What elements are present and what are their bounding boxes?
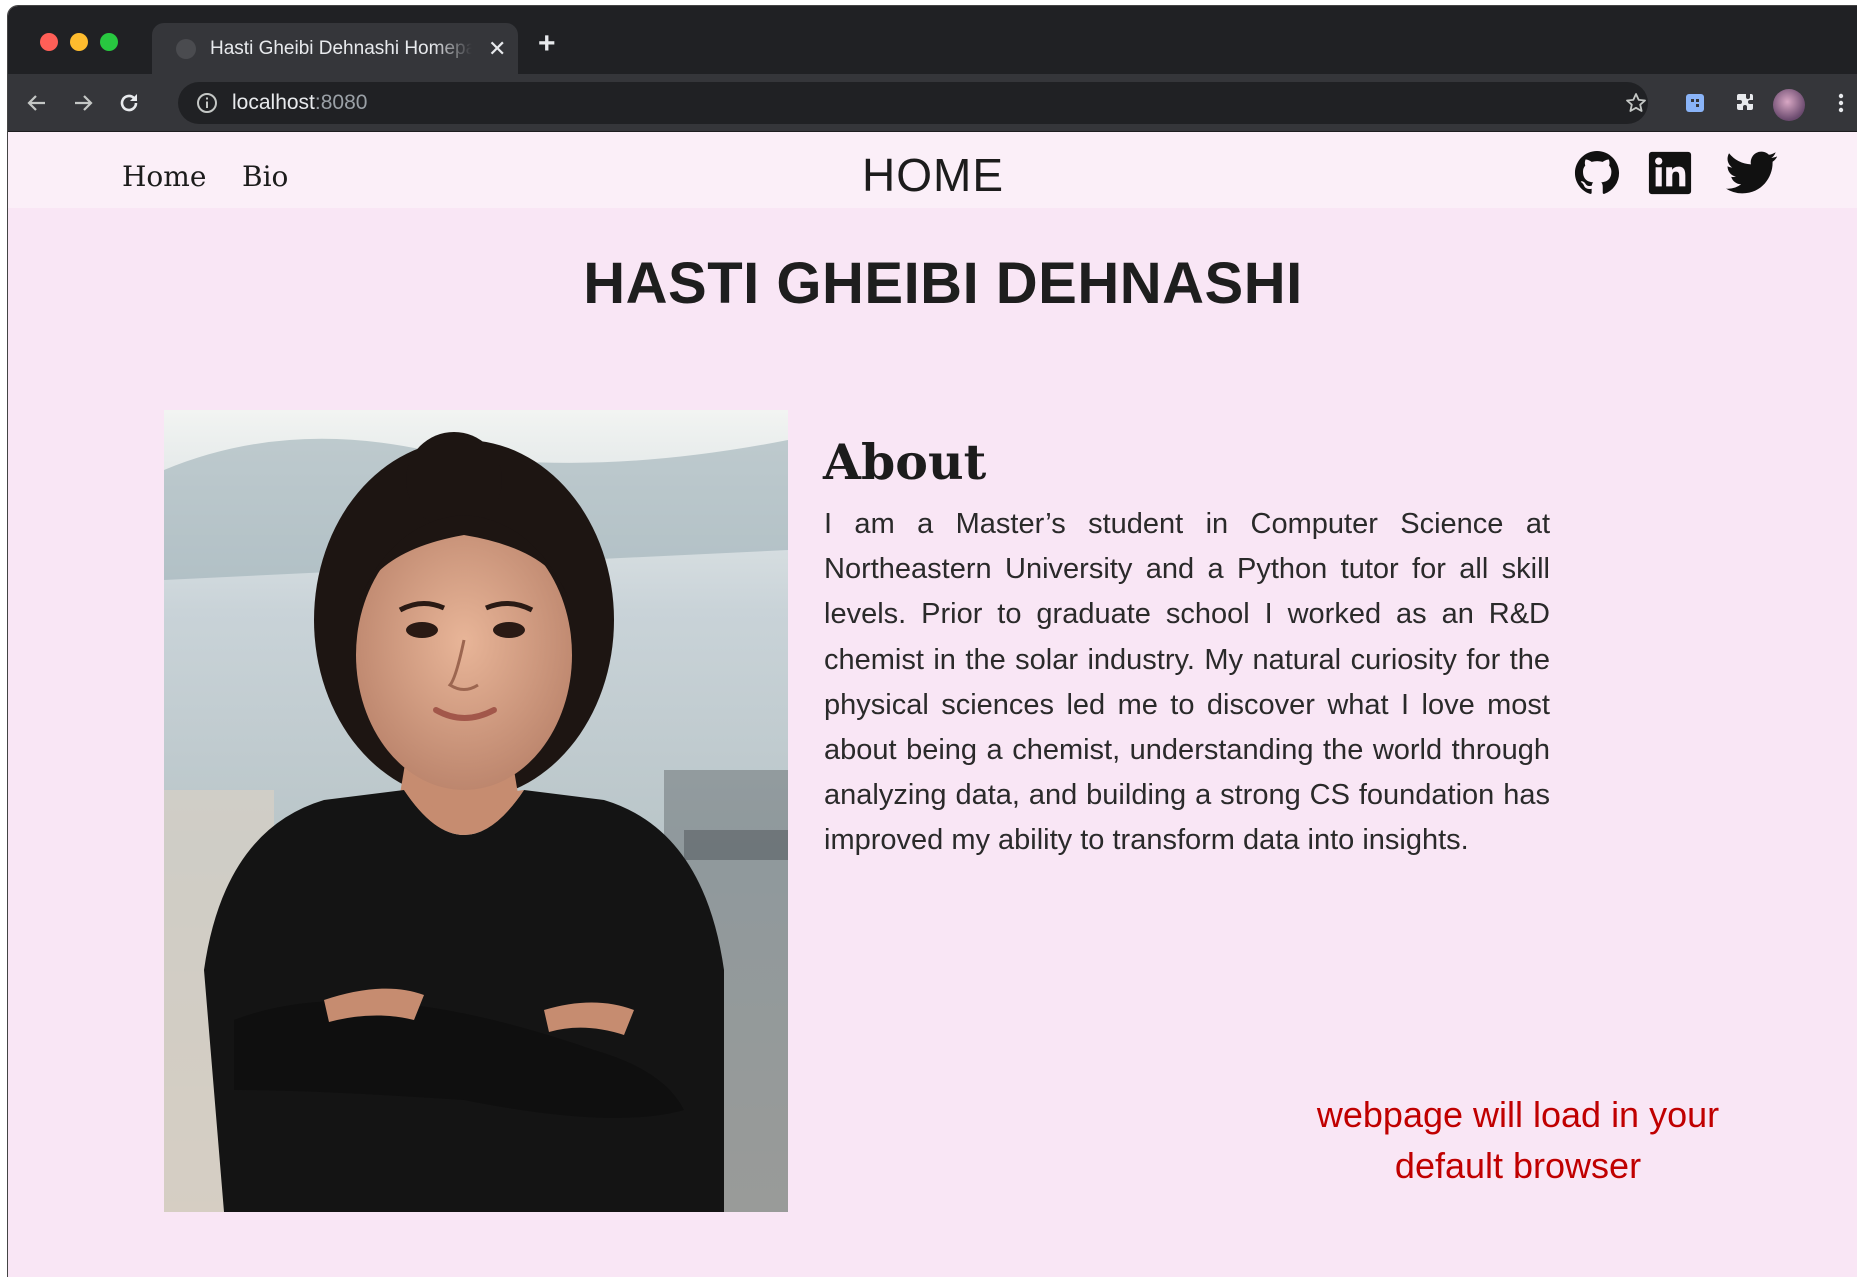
url-port: :8080 bbox=[314, 91, 368, 114]
about-title: About bbox=[823, 433, 987, 491]
browser-toolbar: localhost :8080 bbox=[8, 74, 1857, 132]
bookmark-star-icon[interactable] bbox=[1621, 88, 1651, 118]
tab-close-icon[interactable]: ✕ bbox=[488, 37, 506, 60]
extensions-puzzle-icon[interactable] bbox=[1730, 88, 1760, 118]
minimize-window-button[interactable] bbox=[70, 33, 88, 51]
menu-kebab-icon[interactable] bbox=[1826, 88, 1856, 118]
profile-avatar[interactable] bbox=[1773, 89, 1805, 121]
notice-line-1: webpage will load in your bbox=[1316, 1094, 1720, 1135]
back-icon[interactable] bbox=[22, 88, 52, 118]
browser-tab[interactable]: Hasti Gheibi Dehnashi Homepage ✕ bbox=[152, 23, 518, 74]
twitter-icon[interactable] bbox=[1726, 150, 1778, 196]
load-notice: webpage will load in your default browse… bbox=[1268, 1089, 1768, 1191]
close-window-button[interactable] bbox=[40, 33, 58, 51]
site-navbar: Home Bio HOME bbox=[8, 132, 1857, 208]
browser-window: Hasti Gheibi Dehnashi Homepage ✕ + local… bbox=[8, 6, 1857, 1277]
address-bar[interactable]: localhost :8080 bbox=[178, 82, 1648, 124]
tab-strip: Hasti Gheibi Dehnashi Homepage ✕ + bbox=[8, 6, 1857, 74]
profile-photo bbox=[164, 410, 788, 1212]
about-paragraph: I am a Master’s student in Computer Scie… bbox=[824, 508, 1550, 857]
url-host: localhost bbox=[232, 91, 315, 114]
reload-icon[interactable] bbox=[114, 88, 144, 118]
forward-icon[interactable] bbox=[68, 88, 98, 118]
github-icon[interactable] bbox=[1574, 150, 1620, 196]
linkedin-icon[interactable] bbox=[1647, 150, 1693, 196]
tab-title: Hasti Gheibi Dehnashi Homepage bbox=[210, 37, 472, 59]
maximize-window-button[interactable] bbox=[100, 33, 118, 51]
favicon-icon bbox=[176, 38, 196, 59]
notice-line-2: default browser bbox=[1394, 1145, 1642, 1186]
info-icon[interactable] bbox=[196, 92, 218, 114]
hero-name: HASTI GHEIBI DEHNASHI bbox=[583, 251, 1303, 316]
extension-icon[interactable] bbox=[1680, 88, 1710, 118]
new-tab-button[interactable]: + bbox=[538, 29, 556, 59]
